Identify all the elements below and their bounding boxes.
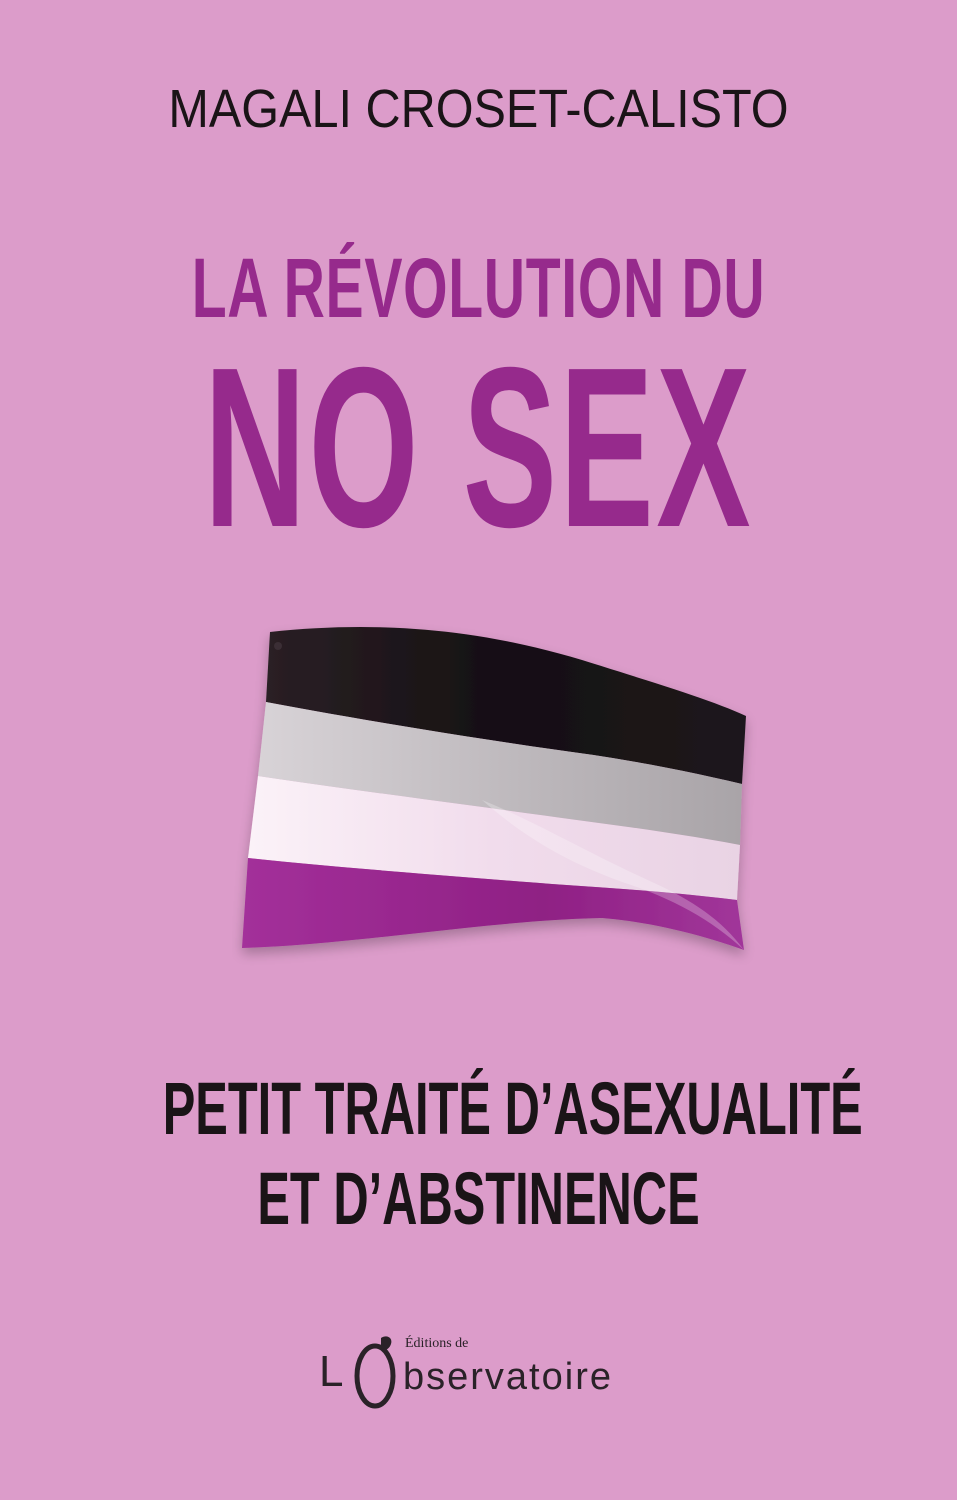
publisher-letter-l: L [319,1347,344,1396]
book-cover: MAGALI CROSET-CALISTO LA RÉVOLUTION DU N… [0,0,957,1500]
subtitle: PETIT TRAITÉ D’ASEXUALITÉ ET D’ABSTINENC… [162,1064,863,1244]
title-line-2: NO SEX [203,321,754,575]
subtitle-line-2: ET D’ABSTINENCE [257,1157,700,1240]
publisher-prefix: Éditions de [405,1336,469,1351]
publisher-name: bservatoire [403,1356,613,1398]
asexual-pride-flag-icon [242,627,746,950]
author-name: MAGALI CROSET-CALISTO [168,79,789,139]
publisher-logo: Éditions de L bservatoire [305,1330,665,1420]
subtitle-line-1: PETIT TRAITÉ D’ASEXUALITÉ [162,1067,863,1150]
observatoire-o-icon [354,1336,396,1409]
